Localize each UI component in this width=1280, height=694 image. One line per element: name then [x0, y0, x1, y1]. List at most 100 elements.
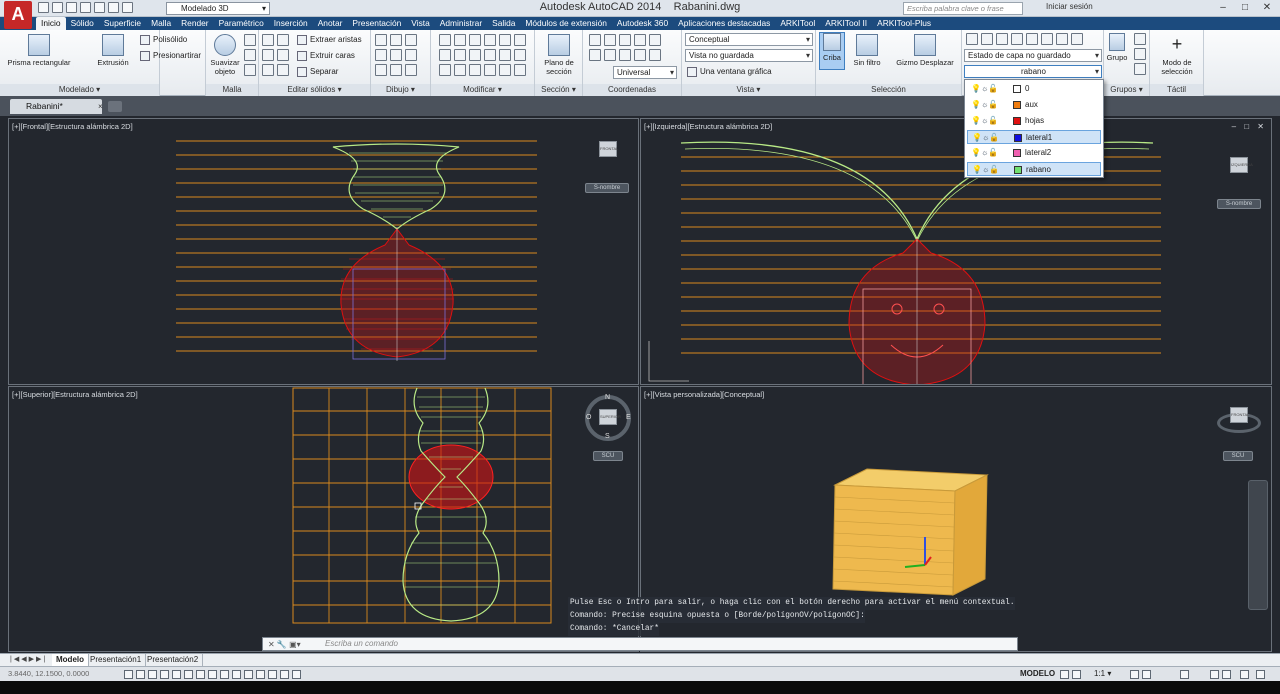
ucs-icon[interactable] [589, 34, 601, 46]
panel-title-coordenadas[interactable]: Coordenadas [583, 84, 681, 96]
new-tab-button[interactable] [108, 101, 122, 112]
annotation-scale[interactable]: 1:1 ▾ [1094, 669, 1111, 678]
ellipse-icon[interactable] [390, 64, 402, 76]
dyn-icon[interactable] [232, 670, 241, 679]
solid-edit-icon[interactable] [262, 34, 274, 46]
maximize-button[interactable]: □ [1234, 0, 1256, 16]
visual-style-dropdown[interactable]: Conceptual [685, 33, 813, 46]
fillet-icon[interactable] [514, 34, 526, 46]
viewport-top[interactable]: [+][Superior][Estructura alámbrica 2D] S… [8, 386, 639, 652]
help-search-input[interactable]: Escriba palabra clave o frase [903, 2, 1023, 15]
ucs-icon[interactable] [604, 49, 616, 61]
open-icon[interactable] [52, 2, 63, 13]
model-space-button[interactable]: MODELO [1020, 669, 1055, 678]
ucs-icon[interactable] [649, 49, 661, 61]
layer-row-0[interactable]: 💡☼🔓 0 [967, 82, 1101, 96]
viewport-label[interactable]: [+][Vista personalizada][Conceptual] [644, 390, 764, 399]
layer-row-rabano[interactable]: 💡☼🔓 rabano [967, 162, 1101, 176]
solid-edit-icon[interactable] [277, 64, 289, 76]
print-icon[interactable] [94, 2, 105, 13]
layer-color-swatch[interactable] [1013, 84, 1021, 93]
save-icon[interactable] [66, 2, 77, 13]
ucs-icon[interactable] [604, 34, 616, 46]
layer-state-icons[interactable]: 💡☼🔓 [967, 82, 1013, 96]
tab-presentacion2[interactable]: Presentación2 [143, 654, 204, 666]
group-tool-icon[interactable] [1134, 63, 1146, 75]
layer-state-icons[interactable]: 💡☼🔓 [968, 131, 1014, 145]
criba-button[interactable]: Criba [819, 32, 845, 70]
trim-icon[interactable] [469, 34, 481, 46]
viewport-label[interactable]: [+][Superior][Estructura alámbrica 2D] [12, 390, 138, 399]
prisma-rectangular-button[interactable]: Prisma rectangular [6, 34, 72, 67]
tab-presentacion[interactable]: Presentación [347, 17, 406, 30]
plano-seccion-button[interactable]: Plano de sección [537, 34, 581, 76]
suavizar-objeto-button[interactable]: Suavizar objeto [208, 34, 242, 76]
grid-icon[interactable] [148, 670, 157, 679]
isolate-icon[interactable] [1240, 670, 1249, 679]
layer-state-icons[interactable]: 💡☼🔓 [967, 146, 1013, 160]
grupo-button[interactable]: Grupo [1106, 33, 1128, 62]
quickview-drawing-icon[interactable] [1072, 670, 1081, 679]
infer-icon[interactable] [124, 670, 133, 679]
tab-inicio[interactable]: Inicio [36, 17, 66, 30]
snap-icon[interactable] [136, 670, 145, 679]
sin-filtro-button[interactable]: Sin filtro [850, 34, 884, 67]
mesh-tool-icon[interactable] [244, 49, 256, 61]
layer-state-icons[interactable]: 💡☼🔓 [968, 163, 1014, 177]
command-input[interactable]: Escriba un comando [262, 637, 1018, 651]
polar-icon[interactable] [172, 670, 181, 679]
layer-color-swatch[interactable] [1013, 100, 1021, 109]
copy-icon[interactable] [484, 34, 496, 46]
ucs-icon[interactable] [589, 49, 601, 61]
tab-vista[interactable]: Vista [406, 17, 434, 30]
panel-title-dibujo[interactable]: Dibujo ▾ [371, 84, 430, 96]
viewcube[interactable]: FRONTAL [1230, 407, 1249, 423]
layer-row-hojas[interactable]: 💡☼🔓 hojas [967, 114, 1101, 128]
am-icon[interactable] [292, 670, 301, 679]
annotation-visibility-icon[interactable] [1130, 670, 1139, 679]
layer-tool-icon[interactable] [1026, 33, 1038, 45]
clean-screen-icon[interactable] [1256, 670, 1265, 679]
otrack-icon[interactable] [208, 670, 217, 679]
layer-tool-icon[interactable] [1056, 33, 1068, 45]
viewport-window-controls[interactable]: – □ ✕ [1232, 122, 1267, 131]
minimize-button[interactable]: – [1212, 0, 1234, 16]
rotate-icon[interactable] [454, 34, 466, 46]
named-view-dropdown[interactable]: Vista no guardada [685, 49, 813, 62]
ucs-icon[interactable] [619, 49, 631, 61]
panel-title-editar[interactable]: Editar sólidos ▾ [259, 84, 370, 96]
solid-edit-icon[interactable] [277, 49, 289, 61]
quickview-layout-icon[interactable] [1060, 670, 1069, 679]
ucs-icon[interactable] [649, 34, 661, 46]
ucs-menu[interactable]: SCU [593, 451, 623, 461]
layer-color-swatch[interactable] [1014, 165, 1022, 174]
tab-anotar[interactable]: Anotar [313, 17, 348, 30]
navigation-bar[interactable] [1248, 480, 1268, 610]
undo-icon[interactable] [108, 2, 119, 13]
ucs-icon[interactable] [619, 34, 631, 46]
hardware-accel-icon[interactable] [1222, 670, 1231, 679]
viewcube[interactable]: FRONTAL [599, 141, 618, 157]
ucs-dropdown[interactable]: Universal [613, 66, 677, 79]
circle-icon[interactable] [405, 34, 417, 46]
tab-superficie[interactable]: Superficie [99, 17, 146, 30]
tab-modelo[interactable]: Modelo [52, 654, 89, 666]
panel-title-seccion[interactable]: Sección ▾ [535, 84, 582, 96]
panel-title-malla[interactable]: Malla [206, 84, 258, 96]
explode-icon[interactable] [514, 49, 526, 61]
3darray-icon[interactable] [499, 64, 511, 76]
solid-edit-icon[interactable] [262, 64, 274, 76]
layer-state-icons[interactable]: 💡☼🔓 [967, 114, 1013, 128]
rectangle-icon[interactable] [390, 49, 402, 61]
compass-west[interactable]: O [586, 414, 591, 421]
new-icon[interactable] [38, 2, 49, 13]
tab-parametrico[interactable]: Paramétrico [214, 17, 269, 30]
tab-administrar[interactable]: Administrar [435, 17, 487, 30]
viewport-left[interactable]: [+][Izquierda][Estructura alámbrica 2D] … [640, 118, 1272, 385]
line-icon[interactable] [375, 34, 387, 46]
workspace-switch-icon[interactable] [1180, 670, 1189, 679]
workspace-dropdown[interactable]: Modelado 3D [166, 2, 270, 15]
ucs-icon[interactable] [634, 34, 646, 46]
layer-tool-icon[interactable] [996, 33, 1008, 45]
lock-icon[interactable] [1210, 670, 1219, 679]
